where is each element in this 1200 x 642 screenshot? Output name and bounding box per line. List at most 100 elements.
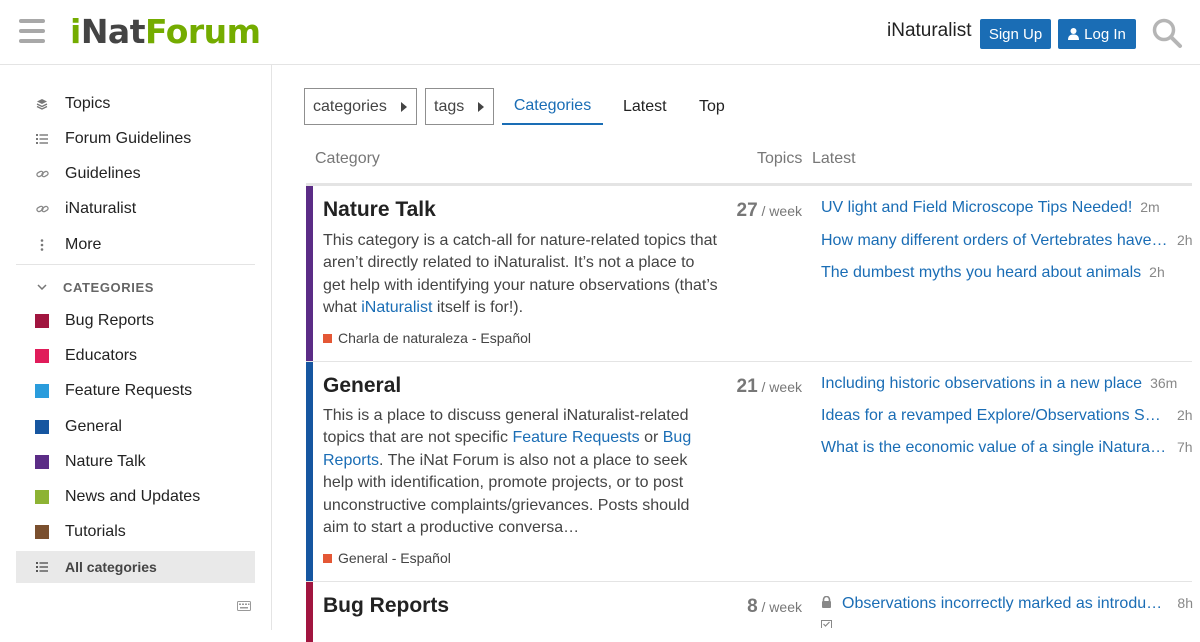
subcategory-color-swatch <box>323 333 332 343</box>
categories-section-toggle[interactable]: CATEGORIES <box>16 272 255 302</box>
lock-icon <box>822 596 831 608</box>
sidebar-item-feature-requests[interactable]: Feature Requests <box>16 375 255 407</box>
sidebar-item-all-categories[interactable]: All categories <box>16 551 255 583</box>
category-color-swatch <box>35 384 49 398</box>
latest-topic-title[interactable]: UV light and Field Microscope Tips Neede… <box>821 199 1132 217</box>
sidebar-item-label: News and Updates <box>65 488 201 505</box>
sidebar-item-label: Forum Guidelines <box>65 130 192 147</box>
logo-i: i <box>70 12 81 51</box>
sidebar-item-news-and-updates[interactable]: News and Updates <box>16 481 255 513</box>
log-in-label: Log In <box>1084 25 1126 43</box>
latest-topic-title[interactable]: Observations incorrectly marked as intro… <box>842 595 1169 613</box>
log-in-button[interactable]: Log In <box>1058 19 1136 49</box>
sidebar-item-nature-talk[interactable]: Nature Talk <box>16 446 255 478</box>
sidebar-item-inaturalist[interactable]: iNaturalist <box>16 193 255 225</box>
sidebar-item-label: Nature Talk <box>65 453 146 470</box>
category-title[interactable]: Bug Reports <box>323 594 449 618</box>
latest-topic[interactable]: UV light and Field Microscope Tips Neede… <box>821 199 1193 217</box>
topics-per-week: 21 / week <box>706 376 803 398</box>
link-icon <box>35 167 49 181</box>
latest-topic[interactable]: How many different orders of Vertebrates… <box>821 232 1193 250</box>
categories-dropdown-label: categories <box>313 97 387 115</box>
category-title[interactable]: General <box>323 374 401 398</box>
sign-up-button[interactable]: Sign Up <box>980 19 1051 49</box>
topic-count: 27 <box>736 200 758 221</box>
sidebar-item-more[interactable]: More <box>16 229 255 261</box>
latest-topic[interactable]: The dumbest myths you heard about animal… <box>821 264 1193 282</box>
sidebar-item-label: iNaturalist <box>65 200 137 217</box>
sidebar-item-bug-reports[interactable]: Bug Reports <box>16 305 255 337</box>
subcategory-label: Charla de naturaleza - Español <box>338 330 532 346</box>
caret-right-icon <box>478 102 484 112</box>
categories-dropdown[interactable]: categories <box>304 88 417 125</box>
latest-topic-title[interactable]: The dumbest myths you heard about animal… <box>821 264 1141 282</box>
subcategory-link[interactable]: Charla de naturaleza - Español <box>323 330 531 346</box>
tab-categories[interactable]: Categories <box>502 88 603 125</box>
category-title[interactable]: Nature Talk <box>323 198 436 222</box>
sidebar-item-label: Guidelines <box>65 165 141 182</box>
category-color-bar <box>306 362 313 581</box>
latest-topic-title[interactable]: How many different orders of Vertebrates… <box>821 232 1169 250</box>
latest-topic[interactable]: Ideas for a revamped Explore/Observation… <box>821 407 1193 425</box>
per-week-label: / week <box>761 599 802 615</box>
latest-topic-age: 2h <box>1177 232 1193 248</box>
more-vertical-icon <box>35 238 49 252</box>
sidebar-item-label: Tutorials <box>65 523 126 540</box>
sidebar-item-label: General <box>65 418 122 435</box>
category-color-bar <box>306 186 313 361</box>
subcategory-link[interactable]: General - Español <box>323 550 451 566</box>
layers-icon <box>35 97 49 111</box>
category-row-bug-reports: Bug Reports 8 / week Observations incorr… <box>306 582 1193 642</box>
sidebar-item-educators[interactable]: Educators <box>16 340 255 372</box>
category-description: This is a place to discuss general iNatu… <box>323 405 718 539</box>
latest-topic[interactable]: Including historic observations in a new… <box>821 375 1193 393</box>
sidebar-item-label: All categories <box>65 559 157 575</box>
sidebar: Topics Forum Guidelines Guidelines iNatu… <box>0 65 272 630</box>
inaturalist-link[interactable]: iNaturalist <box>887 20 971 42</box>
category-color-swatch <box>35 490 49 504</box>
topic-count: 21 <box>736 376 758 397</box>
user-icon <box>1068 28 1080 40</box>
sidebar-item-tutorials[interactable]: Tutorials <box>16 516 255 548</box>
tags-dropdown[interactable]: tags <box>425 88 494 125</box>
column-header-latest: Latest <box>812 150 856 167</box>
topics-per-week: 8 / week <box>706 596 802 618</box>
sidebar-item-label: Topics <box>65 95 111 112</box>
category-color-swatch <box>35 314 49 328</box>
category-color-swatch <box>35 420 49 434</box>
sidebar-item-guidelines[interactable]: Guidelines <box>16 158 255 190</box>
latest-topic[interactable]: Observations incorrectly marked as intro… <box>821 595 1193 613</box>
hamburger-menu-icon[interactable] <box>19 19 45 43</box>
topics-per-week: 27 / week <box>706 200 803 222</box>
description-text: itself is for!). <box>432 299 524 317</box>
column-header-topics: Topics <box>757 150 803 167</box>
latest-topic[interactable]: What is the economic value of a single i… <box>821 439 1193 457</box>
search-icon[interactable] <box>1151 17 1183 49</box>
tags-dropdown-label: tags <box>434 97 465 115</box>
feature-requests-link[interactable]: Feature Requests <box>512 429 639 446</box>
category-row-nature-talk: Nature Talk This category is a catch-all… <box>306 186 1193 362</box>
site-logo[interactable]: i Nat Forum <box>70 12 261 52</box>
sidebar-item-label: Bug Reports <box>65 312 154 329</box>
category-row-general: General This is a place to discuss gener… <box>306 362 1193 582</box>
latest-topic-title[interactable]: Including historic observations in a new… <box>821 375 1142 393</box>
sidebar-divider <box>16 264 255 265</box>
sidebar-item-label: More <box>65 236 102 253</box>
category-color-swatch <box>35 525 49 539</box>
list-icon <box>35 132 49 146</box>
category-description: This category is a catch-all for nature-… <box>323 230 718 320</box>
keyboard-icon[interactable] <box>237 601 251 611</box>
latest-topic-title[interactable]: Ideas for a revamped Explore/Observation… <box>821 407 1169 425</box>
tab-latest[interactable]: Latest <box>623 88 667 125</box>
sidebar-item-forum-guidelines[interactable]: Forum Guidelines <box>16 123 255 155</box>
per-week-label: / week <box>761 203 802 219</box>
latest-topic-age: 8h <box>1177 595 1193 611</box>
inaturalist-link[interactable]: iNaturalist <box>361 299 432 316</box>
tab-top[interactable]: Top <box>699 88 725 125</box>
category-color-swatch <box>35 455 49 469</box>
latest-topic-title[interactable]: What is the economic value of a single i… <box>821 439 1169 457</box>
chevron-down-icon <box>35 280 49 294</box>
per-week-label: / week <box>761 379 802 395</box>
sidebar-item-topics[interactable]: Topics <box>16 88 255 120</box>
sidebar-item-general[interactable]: General <box>16 411 255 443</box>
